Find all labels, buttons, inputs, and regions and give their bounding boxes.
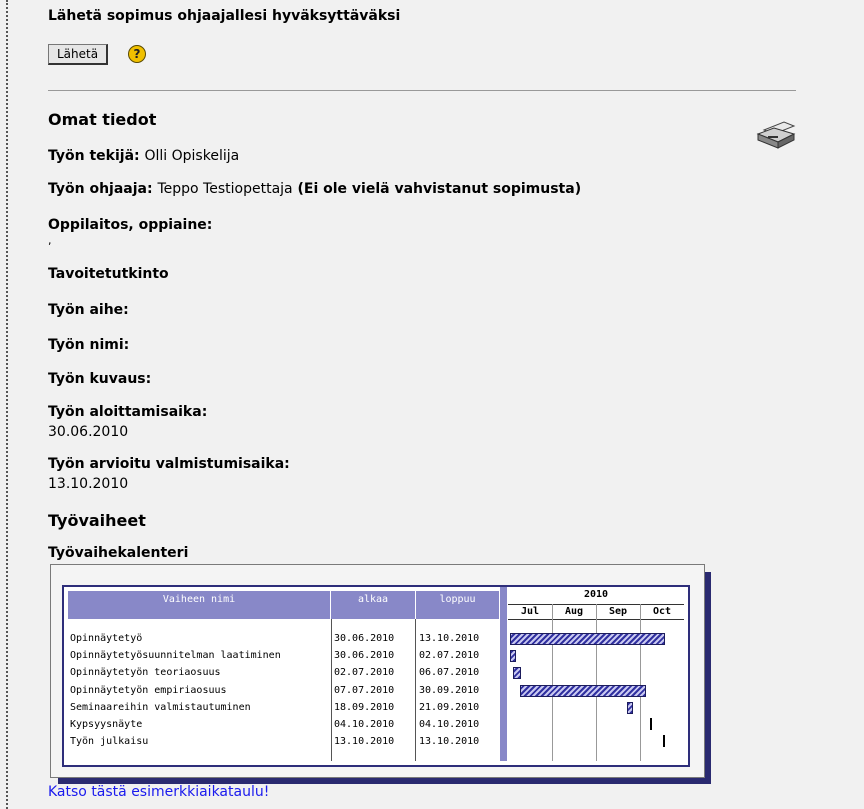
own-info-title: Omat tiedot	[48, 110, 157, 129]
phase-name: Työn julkaisu	[70, 736, 149, 748]
phase-name: Opinnäytetyön empiriaosuus	[70, 684, 227, 696]
col-header-name: Vaiheen nimi	[68, 591, 331, 619]
start-date-label: Työn aloittamisaika:	[48, 404, 208, 420]
help-icon[interactable]: ?	[128, 45, 146, 63]
degree-label: Tavoitetutkinto	[48, 266, 169, 282]
printer-icon[interactable]	[754, 116, 798, 150]
phase-end: 13.10.2010	[419, 633, 480, 644]
phase-name: Opinnäytetyön teoriaosuus	[70, 667, 221, 679]
milestone-marker	[663, 735, 666, 748]
description-label: Työn kuvaus:	[48, 371, 152, 387]
school-label: Oppilaitos, oppiaine:	[48, 217, 213, 233]
gantt-bar	[510, 633, 666, 645]
month-grid-line	[552, 604, 553, 761]
col-header-start: alkaa	[331, 591, 416, 619]
school-value: ,	[48, 234, 52, 247]
supervisor-label: Työn ohjaaja:	[48, 181, 153, 197]
send-contract-heading: Lähetä sopimus ohjaajallesi hyväksyttävä…	[48, 8, 401, 24]
milestone-marker	[650, 718, 653, 730]
year-label: 2010	[583, 589, 609, 600]
gantt-bar	[512, 667, 521, 680]
phase-start: 30.06.2010	[334, 633, 395, 644]
grid-line	[415, 619, 416, 761]
divider	[48, 90, 796, 91]
phase-start: 07.07.2010	[334, 684, 395, 696]
phase-end: 21.09.2010	[419, 701, 480, 713]
gantt-bar	[510, 650, 516, 663]
month-jul: Jul	[520, 606, 540, 617]
phase-start: 04.10.2010	[334, 719, 395, 730]
example-schedule-link[interactable]: Katso tästä esimerkkiaikataulu!	[48, 784, 269, 800]
col-header-end: loppuu	[416, 591, 500, 619]
phase-end: 13.10.2010	[419, 736, 480, 748]
chart-separator	[500, 587, 507, 761]
phase-start: 30.06.2010	[334, 650, 395, 662]
author-label: Työn tekijä:	[48, 148, 140, 164]
phase-start: 13.10.2010	[334, 736, 395, 748]
phase-name: Seminaareihin valmistautuminen	[70, 701, 251, 713]
supervisor-value: Teppo Testiopettaja	[157, 181, 293, 197]
calendar-title: Työvaihekalenteri	[48, 545, 189, 561]
supervisor-row: Työn ohjaaja: Teppo Testiopettaja (Ei ol…	[48, 181, 581, 197]
page-left-border	[6, 0, 8, 809]
phase-end: 02.07.2010	[419, 650, 480, 662]
phase-end: 04.10.2010	[419, 719, 480, 730]
end-date-label: Työn arvioitu valmistumisaika:	[48, 456, 290, 472]
month-sep: Sep	[608, 606, 628, 617]
send-button[interactable]: Lähetä	[48, 44, 109, 65]
author-value: Olli Opiskelija	[144, 148, 240, 164]
work-name-label: Työn nimi:	[48, 337, 130, 353]
phase-end: 06.07.2010	[419, 667, 480, 679]
supervisor-note: (Ei ole vielä vahvistanut sopimusta)	[297, 181, 582, 197]
month-aug: Aug	[564, 606, 584, 617]
month-oct: Oct	[652, 606, 672, 617]
phase-start: 18.09.2010	[334, 701, 395, 713]
topic-label: Työn aihe:	[48, 302, 129, 318]
phase-name: Opinnäytetyö	[70, 633, 143, 644]
month-grid-line	[596, 604, 597, 761]
gantt-bar	[520, 684, 647, 697]
start-date-value: 30.06.2010	[48, 424, 129, 440]
author-row: Työn tekijä: Olli Opiskelija	[48, 148, 239, 164]
phase-name: Kypsyysnäyte	[70, 719, 143, 730]
grid-line	[331, 619, 332, 761]
phase-start: 02.07.2010	[334, 667, 395, 679]
month-grid-line	[640, 604, 641, 761]
phase-name: Opinnäytetyösuunnitelman laatiminen	[70, 650, 281, 662]
phases-title: Työvaiheet	[48, 511, 146, 530]
gantt-bar	[626, 701, 634, 714]
phase-end: 30.09.2010	[419, 684, 480, 696]
end-date-value: 13.10.2010	[48, 476, 129, 492]
